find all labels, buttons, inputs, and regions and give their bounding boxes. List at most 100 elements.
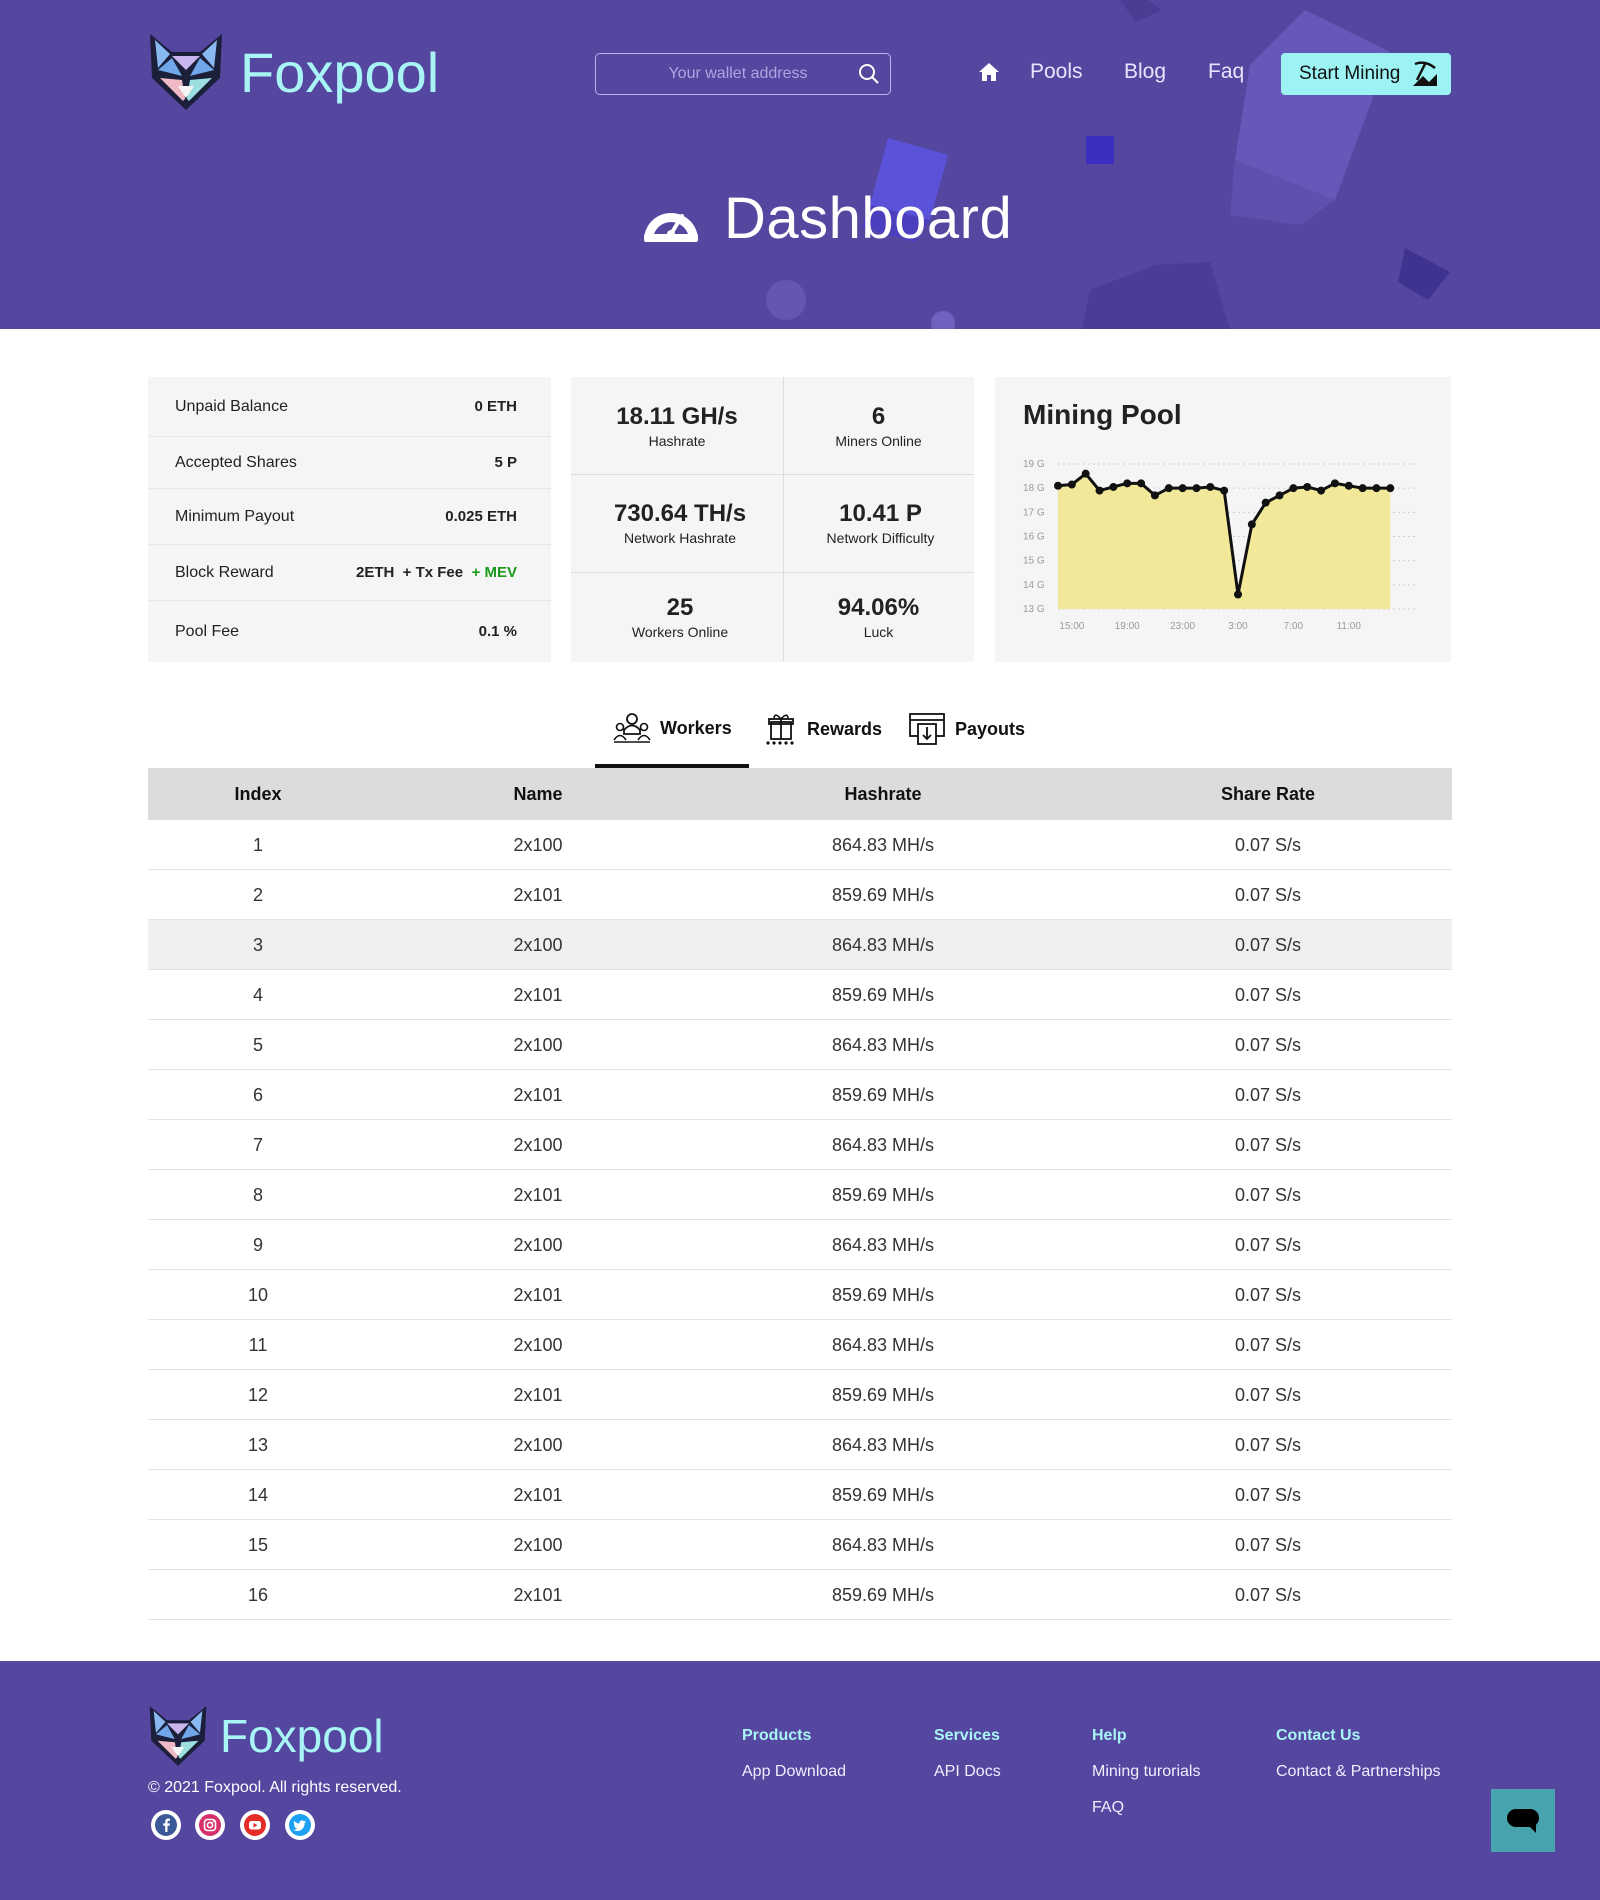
table-row[interactable]: 12 2x101 859.69 MH/s 0.07 S/s [148, 1370, 1452, 1420]
footer-link-mining-tutorials[interactable]: Mining turorials [1092, 1763, 1200, 1781]
stat-label: Workers Online [631, 624, 729, 640]
column-header-hashrate[interactable]: Hashrate [793, 768, 973, 820]
table-row[interactable]: 4 2x101 859.69 MH/s 0.07 S/s [148, 970, 1452, 1020]
cell-share-rate: 0.07 S/s [1234, 835, 1302, 855]
footer-link-faq[interactable]: FAQ [1092, 1799, 1124, 1817]
chart-point [1330, 479, 1339, 488]
table-row[interactable]: 3 2x100 864.83 MH/s 0.07 S/s [148, 920, 1452, 970]
cell-name: 2x101 [513, 1585, 563, 1605]
tab-workers[interactable]: Workers [613, 712, 732, 744]
cell-share-rate: 0.07 S/s [1234, 1135, 1302, 1155]
cell-share-rate: 0.07 S/s [1234, 1385, 1302, 1405]
cell-hashrate: 864.83 MH/s [831, 935, 935, 955]
chat-button[interactable] [1491, 1789, 1555, 1852]
chart-point [1081, 469, 1090, 478]
brand-logo[interactable]: Foxpool [148, 30, 439, 114]
y-tick-label: 18 G [1023, 483, 1045, 494]
chat-icon [1507, 1808, 1539, 1833]
stat-value: 0.025 ETH [445, 508, 517, 525]
mining-pool-chart-card: Mining Pool 19 G 18 G 17 G 16 G 15 G 14 G 13 G… [995, 377, 1451, 662]
cell-index: 13 [247, 1435, 269, 1455]
stat-row-block-reward: Block Reward 2ETH + Tx Fee + MEV [148, 545, 551, 601]
footer-heading-contact: Contact Us [1276, 1727, 1361, 1744]
footer-link-app-download[interactable]: App Download [742, 1763, 846, 1781]
x-tick-label: 19:00 [1115, 621, 1140, 632]
chart-point [1358, 484, 1367, 493]
cell-share-rate: 0.07 S/s [1234, 1535, 1302, 1555]
column-header-name[interactable]: Name [478, 768, 598, 820]
stat-row-pool-fee: Pool Fee 0.1 % [148, 601, 551, 662]
start-mining-button[interactable]: Start Mining [1281, 53, 1451, 95]
chart-point [1178, 484, 1187, 493]
chart-point [1109, 482, 1118, 491]
column-header-index[interactable]: Index [208, 768, 308, 820]
table-row[interactable]: 16 2x101 859.69 MH/s 0.07 S/s [148, 1570, 1452, 1620]
cell-share-rate: 0.07 S/s [1234, 985, 1302, 1005]
table-row[interactable]: 15 2x100 864.83 MH/s 0.07 S/s [148, 1520, 1452, 1570]
table-row[interactable]: 11 2x100 864.83 MH/s 0.07 S/s [148, 1320, 1452, 1370]
footer-brand[interactable]: Foxpool [148, 1703, 384, 1769]
nav-pools[interactable]: Pools [1030, 60, 1083, 84]
stat-value: 5 P [494, 454, 517, 471]
table-row[interactable]: 9 2x100 864.83 MH/s 0.07 S/s [148, 1220, 1452, 1270]
cell-hashrate: 864.83 MH/s [831, 1535, 935, 1555]
y-tick-label: 17 G [1023, 507, 1045, 518]
table-row[interactable]: 7 2x100 864.83 MH/s 0.07 S/s [148, 1120, 1452, 1170]
chart-point [1137, 479, 1146, 488]
speedometer-icon [644, 195, 698, 242]
table-row[interactable]: 6 2x101 859.69 MH/s 0.07 S/s [148, 1070, 1452, 1120]
chart-point [1123, 479, 1132, 488]
table-row[interactable]: 5 2x100 864.83 MH/s 0.07 S/s [148, 1020, 1452, 1070]
table-row[interactable]: 2 2x101 859.69 MH/s 0.07 S/s [148, 870, 1452, 920]
cell-hashrate: 864.83 MH/s [831, 1335, 935, 1355]
stat-network-difficulty: 10.41 P Network Difficulty [783, 474, 978, 572]
twitter-icon[interactable] [285, 1810, 315, 1840]
cell-hashrate: 859.69 MH/s [831, 1585, 935, 1605]
table-row[interactable]: 13 2x100 864.83 MH/s 0.07 S/s [148, 1420, 1452, 1470]
footer-heading-products: Products [742, 1727, 812, 1744]
nav-faq[interactable]: Faq [1208, 60, 1244, 84]
home-icon[interactable] [978, 62, 1000, 82]
wallet-search-input[interactable] [596, 54, 846, 93]
table-row[interactable]: 8 2x101 859.69 MH/s 0.07 S/s [148, 1170, 1452, 1220]
table-row[interactable]: 1 2x100 864.83 MH/s 0.07 S/s [148, 820, 1452, 870]
footer-link-contact-partnerships[interactable]: Contact & Partnerships [1276, 1763, 1441, 1781]
pickaxe-icon [1413, 61, 1437, 86]
tab-payouts-label: Payouts [955, 718, 1026, 739]
page-title: Dashboard [640, 185, 1012, 252]
start-mining-label: Start Mining [1299, 63, 1401, 84]
stat-label: Accepted Shares [175, 453, 297, 471]
tab-payouts[interactable]: Payouts [908, 712, 1025, 746]
x-tick-label: 3:00 [1228, 621, 1248, 632]
table-row[interactable]: 10 2x101 859.69 MH/s 0.07 S/s [148, 1270, 1452, 1320]
x-tick-label: 23:00 [1170, 621, 1195, 632]
chart-point [1247, 520, 1256, 529]
cell-index: 10 [247, 1285, 269, 1305]
search-icon[interactable] [858, 63, 880, 85]
youtube-icon[interactable] [240, 1810, 270, 1840]
cell-hashrate: 859.69 MH/s [831, 1385, 935, 1405]
tab-rewards[interactable]: Rewards [764, 712, 882, 746]
cell-share-rate: 0.07 S/s [1234, 1285, 1302, 1305]
cell-index: 5 [252, 1035, 263, 1055]
column-header-share-rate[interactable]: Share Rate [1178, 768, 1358, 820]
stat-hashrate: 18.11 GH/s Hashrate [571, 377, 783, 474]
table-row[interactable]: 14 2x101 859.69 MH/s 0.07 S/s [148, 1470, 1452, 1520]
cell-share-rate: 0.07 S/s [1234, 1485, 1302, 1505]
stat-value: 25 [666, 594, 694, 621]
chart-point [1317, 486, 1326, 495]
cell-name: 2x101 [513, 1485, 563, 1505]
cell-share-rate: 0.07 S/s [1234, 1435, 1302, 1455]
footer-link-api-docs[interactable]: API Docs [934, 1763, 1001, 1781]
facebook-icon[interactable] [151, 1810, 181, 1840]
hashrate-chart: 19 G 18 G 17 G 16 G 15 G 14 G 13 G 15:00 19:00 23… [1023, 459, 1418, 632]
cell-index: 15 [247, 1535, 269, 1555]
instagram-icon[interactable] [195, 1810, 225, 1840]
cell-index: 1 [252, 835, 263, 855]
wallet-search[interactable] [595, 53, 891, 95]
nav-blog[interactable]: Blog [1124, 60, 1166, 84]
cell-hashrate: 864.83 MH/s [831, 1035, 935, 1055]
workers-table: Index Name Hashrate Share Rate 1 2x100 864… [148, 768, 1452, 1620]
y-tick-label: 13 G [1023, 604, 1045, 615]
cell-hashrate: 859.69 MH/s [831, 985, 935, 1005]
